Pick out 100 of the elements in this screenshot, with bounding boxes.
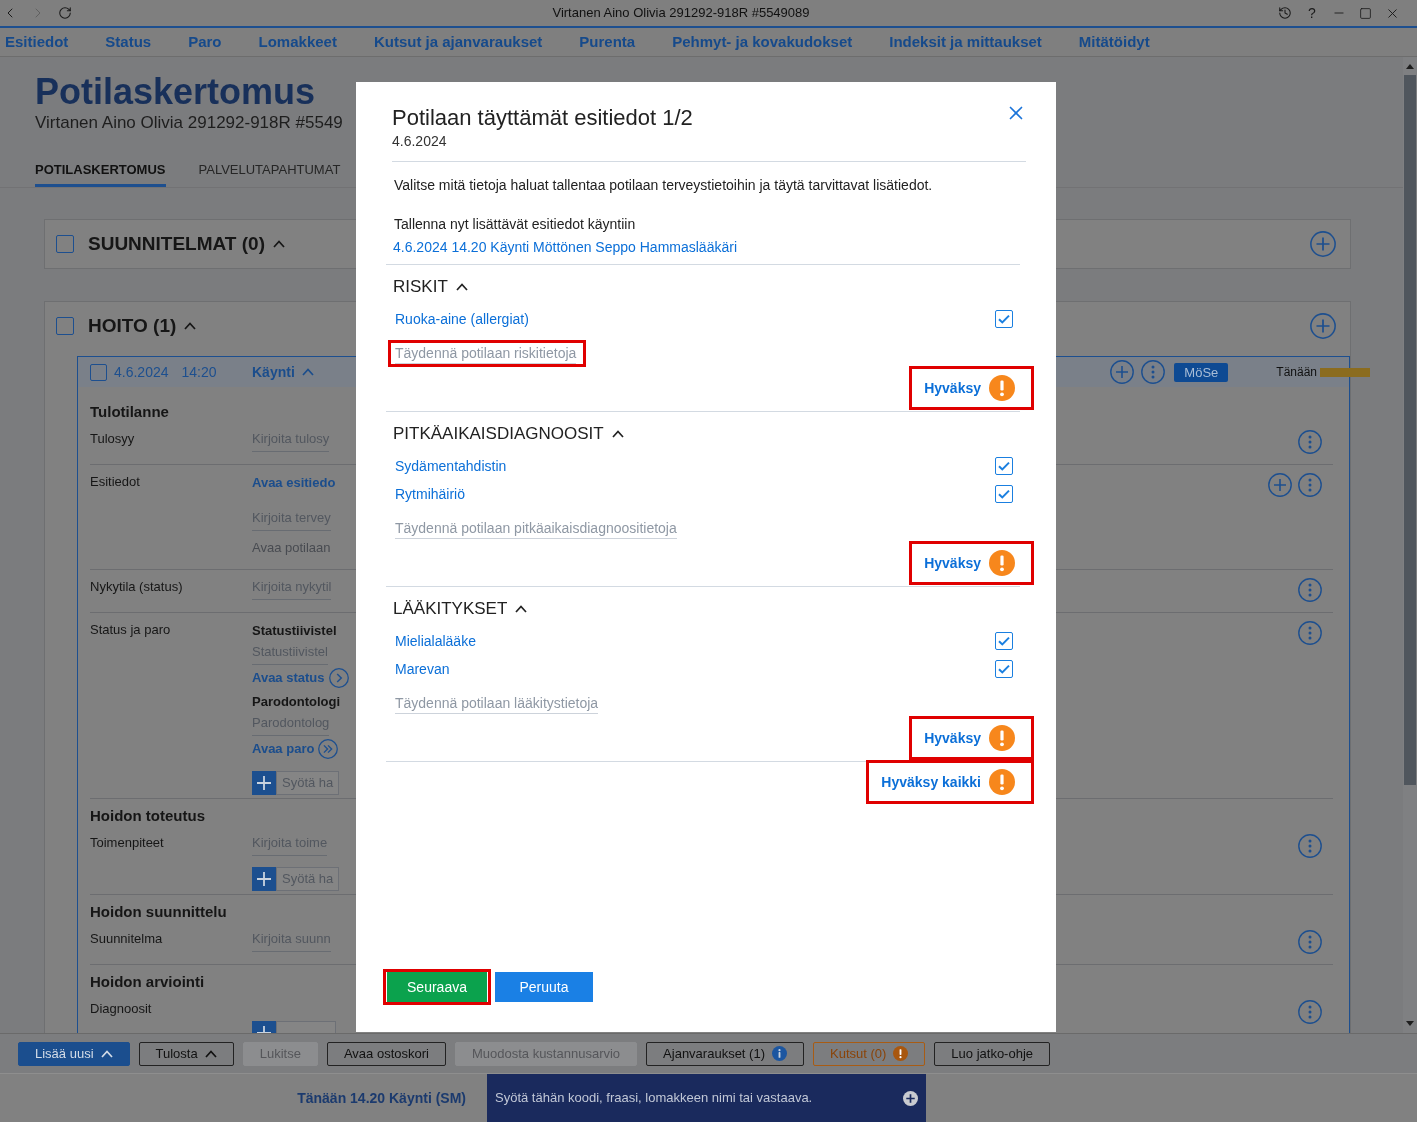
check-icon — [998, 664, 1010, 674]
dialog-date: 4.6.2024 — [392, 132, 447, 150]
chevron-up-icon[interactable] — [455, 283, 468, 291]
scrollbar-thumb[interactable] — [1404, 75, 1416, 785]
add-button[interactable] — [252, 867, 276, 891]
hint-text: Avaa potilaan — [252, 539, 331, 557]
more-options-icon[interactable] — [1298, 578, 1322, 602]
checkbox[interactable] — [995, 632, 1013, 650]
summary-title: Parodontologi — [252, 693, 341, 711]
input-field[interactable]: Täydennä potilaan pitkäaikaisdiagnoositietoja — [395, 518, 677, 539]
group-title: RISKIT — [393, 276, 448, 298]
maximize-icon[interactable] — [1359, 6, 1372, 20]
toolbar-button[interactable]: Ajanvaraukset (1) — [646, 1041, 804, 1066]
plus-icon — [257, 776, 271, 790]
menu-item[interactable]: Paro — [188, 30, 222, 54]
checkbox[interactable] — [56, 235, 74, 253]
menu-item[interactable]: Lomakkeet — [258, 30, 337, 54]
more-options-icon[interactable] — [1298, 930, 1322, 954]
refresh-icon[interactable] — [58, 6, 72, 20]
item-link[interactable]: Mielialalääke — [395, 630, 476, 652]
row-label: Nykytila (status) — [90, 578, 183, 596]
toolbar-button[interactable]: Lisää uusi — [18, 1041, 130, 1066]
group-heading: Hoidon arviointi — [90, 972, 205, 992]
item-link[interactable]: Sydämentahdistin — [395, 455, 507, 477]
tab[interactable]: POTILASKERTOMUS — [35, 161, 166, 187]
more-options-icon[interactable] — [1298, 621, 1322, 645]
checkbox[interactable] — [995, 310, 1013, 328]
checkbox[interactable] — [995, 485, 1013, 503]
group-heading: Tulotilanne — [90, 402, 169, 422]
summary-title: Statustiivistel — [252, 622, 337, 640]
link[interactable]: Avaa paro — [252, 738, 315, 760]
approve-button[interactable]: Hyväksy — [918, 373, 1021, 403]
dialog-button[interactable]: Seuraava — [387, 972, 487, 1002]
double-chevron-circle-icon[interactable] — [318, 739, 339, 759]
more-options-icon[interactable] — [1298, 430, 1322, 454]
checkbox[interactable] — [995, 457, 1013, 475]
more-options-icon[interactable] — [1298, 1000, 1322, 1024]
toolbar-button[interactable]: Tulosta — [138, 1041, 234, 1066]
link[interactable]: Avaa esitiedo — [252, 472, 336, 494]
toolbar-button[interactable]: Kutsut (0) — [813, 1041, 926, 1066]
item-link[interactable]: Rytmihäiriö — [395, 483, 465, 505]
dialog-title: Potilaan täyttämät esitiedot 1/2 — [392, 104, 693, 132]
check-icon — [998, 636, 1010, 646]
item-link[interactable]: Marevan — [395, 658, 450, 680]
add-button[interactable] — [252, 771, 276, 795]
command-field[interactable]: Syötä tähän koodi, fraasi, lomakkeen nimi tai vastaava. — [487, 1074, 926, 1122]
input-field[interactable]: Täydennä potilaan riskitietoja — [395, 343, 577, 364]
toolbar-button[interactable]: Avaa ostoskori — [326, 1041, 446, 1066]
warning-icon — [989, 725, 1015, 751]
scrollbar[interactable] — [1403, 57, 1417, 1033]
more-options-icon[interactable] — [1298, 473, 1322, 497]
scroll-down-icon[interactable] — [1406, 1021, 1414, 1026]
row-label: Esitiedot — [90, 473, 140, 491]
dialog-button[interactable]: Peruuta — [495, 972, 593, 1002]
chevron-up-icon[interactable] — [515, 605, 528, 613]
menu-item[interactable]: Indeksit ja mittaukset — [889, 30, 1042, 54]
warning-icon — [989, 550, 1015, 576]
help-button[interactable]: ? — [1305, 5, 1319, 21]
marker-icon — [1320, 367, 1370, 377]
group-title: PITKÄAIKAISDIAGNOOSIT — [393, 423, 604, 445]
checkbox[interactable] — [995, 660, 1013, 678]
menu-item[interactable]: Kutsut ja ajanvaraukset — [373, 30, 543, 54]
more-options-icon[interactable] — [1141, 360, 1166, 384]
menu-item[interactable]: Status — [105, 30, 152, 54]
approve-button[interactable]: Hyväksy — [918, 723, 1021, 753]
check-icon — [998, 461, 1010, 471]
author-badge: MöSe — [1174, 362, 1229, 382]
date-label: Tänään — [1276, 364, 1317, 381]
save-label: Tallenna nyt lisättävät esitiedot käyntiin — [394, 215, 636, 234]
menu-item[interactable]: Esitiedot — [5, 30, 69, 54]
visit-link[interactable]: 4.6.2024 14.20 Käynti Möttönen Seppo Hammaslääkäri — [393, 237, 737, 257]
instruction-text: Valitse mitä tietoja haluat tallentaa potilaan terveystietoihin ja täytä tarvittavat lisätiedot. — [394, 176, 933, 195]
menu-item[interactable]: Pehmyt- ja kovakudokset — [672, 30, 853, 54]
visit-date: 4.6.2024 — [114, 362, 169, 382]
row-label: Diagnoosit — [90, 1000, 152, 1018]
group-heading: Hoidon toteutus — [90, 806, 205, 826]
input-field[interactable]: Täydennä potilaan lääkitystietoja — [395, 693, 599, 714]
checkbox[interactable] — [56, 317, 74, 335]
more-options-icon[interactable] — [1298, 834, 1322, 858]
row-label: Status ja paro — [90, 621, 171, 639]
context-label: Tänään 14.20 Käynti (SM) — [297, 1088, 466, 1108]
item-link[interactable]: Ruoka-aine (allergiat) — [395, 308, 529, 330]
tab[interactable]: PALVELUTAPAHTUMAT — [198, 161, 341, 187]
menu-item[interactable]: Purenta — [579, 30, 636, 54]
warning-icon — [989, 769, 1015, 795]
plus-icon — [257, 872, 271, 886]
scroll-up-icon[interactable] — [1406, 64, 1414, 69]
menu-item[interactable]: Mitätöidyt — [1078, 30, 1150, 54]
plus-circle-icon[interactable] — [903, 1090, 918, 1106]
approve-button[interactable]: Hyväksy kaikki — [875, 767, 1021, 797]
visit-time: 14:20 — [181, 362, 217, 382]
chevron-up-icon[interactable] — [611, 430, 624, 438]
link[interactable]: Avaa status — [252, 667, 325, 689]
checkbox[interactable] — [90, 363, 107, 381]
history-icon[interactable] — [1278, 6, 1292, 20]
visit-type: Käynti — [252, 362, 295, 382]
chevron-right-circle-icon[interactable] — [328, 668, 349, 688]
patient-info: Virtanen Aino Olivia 291292-918R #5549 — [35, 112, 343, 134]
toolbar-button[interactable]: Luo jatko-ohje — [934, 1041, 1050, 1066]
approve-button[interactable]: Hyväksy — [918, 548, 1021, 578]
